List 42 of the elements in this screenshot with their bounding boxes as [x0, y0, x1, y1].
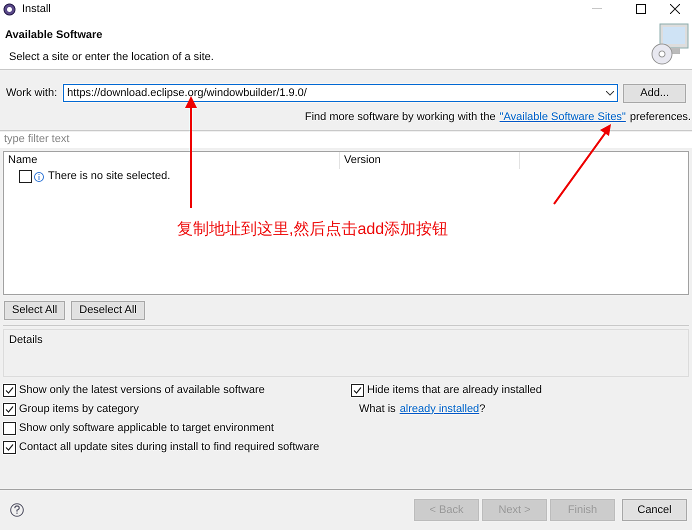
- page-title: Available Software: [5, 28, 104, 43]
- checkbox[interactable]: [3, 384, 16, 396]
- info-icon: [34, 172, 44, 182]
- checkbox[interactable]: [3, 422, 16, 434]
- checkbox-label: Group items by category: [19, 402, 139, 417]
- available-sites-link[interactable]: "Available Software Sites": [500, 109, 626, 126]
- column-header[interactable]: Version: [340, 152, 520, 168]
- checkbox-label: Show only software applicable to target environment: [19, 420, 274, 436]
- column-header[interactable]: Name: [4, 152, 340, 168]
- checkbox[interactable]: [3, 440, 16, 454]
- site-combobox[interactable]: https://download.eclipse.org/windowbuilder/1.9.0/: [63, 84, 618, 102]
- maximize-icon[interactable]: [636, 4, 646, 14]
- check-icon: [5, 442, 14, 452]
- what-is-text: What is: [359, 402, 396, 417]
- app-icon: [3, 2, 16, 16]
- checkbox-label: Contact all update sites during install to find required software: [19, 440, 320, 455]
- checkbox-label: Show only the latest versions of available software: [19, 382, 265, 398]
- page-subtitle: Select a site or enter the location of a site.: [9, 50, 215, 64]
- selection-button[interactable]: Select All: [4, 300, 66, 320]
- table-cell-text: There is no site selected.: [48, 169, 170, 184]
- filter-field[interactable]: type filter text: [0, 132, 692, 148]
- work-with-label: Work with:: [6, 86, 58, 101]
- chevron-down-icon[interactable]: [606, 90, 614, 96]
- close-icon[interactable]: [670, 4, 680, 14]
- find-more-text: preferences.: [630, 110, 691, 125]
- checkbox[interactable]: [351, 384, 364, 396]
- find-more-text: Find more software by working with the: [304, 110, 496, 125]
- help-icon[interactable]: [10, 503, 24, 517]
- annotation-text: 复制地址到这里,然后点击add添加按钮: [177, 220, 448, 240]
- selection-button[interactable]: Deselect All: [71, 300, 145, 320]
- check-icon: [5, 386, 14, 394]
- checkbox[interactable]: [3, 402, 16, 416]
- add-button[interactable]: Add...: [623, 84, 686, 102]
- window-title: Install: [22, 2, 51, 17]
- already-installed-link[interactable]: already installed: [400, 400, 480, 418]
- what-is-text: ?: [479, 402, 486, 417]
- details-label: Details: [9, 332, 44, 348]
- row-checkbox[interactable]: [19, 170, 32, 183]
- wizard-button[interactable]: Cancel: [622, 499, 687, 521]
- check-icon: [353, 386, 362, 394]
- check-icon: [5, 404, 14, 414]
- checkbox-label: Hide items that are already installed: [367, 382, 542, 398]
